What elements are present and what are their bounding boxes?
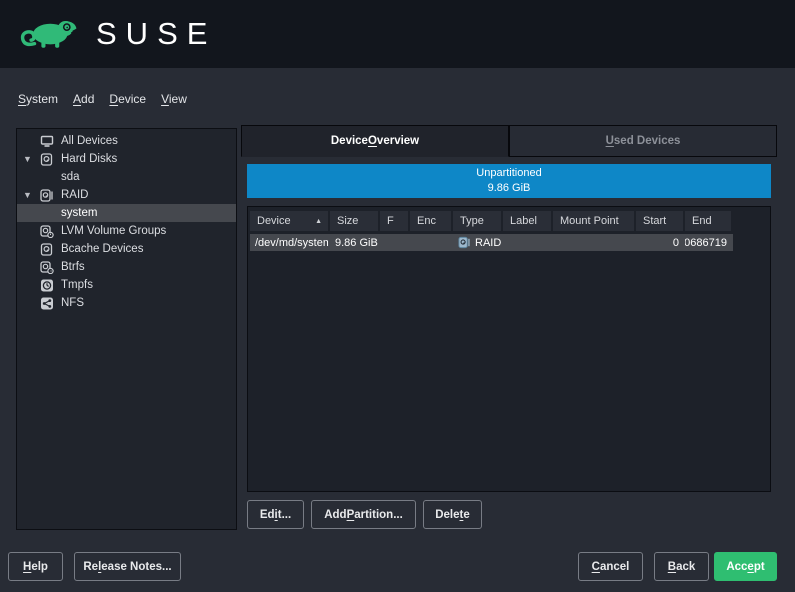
bcache-icon: [40, 243, 60, 256]
column-header-enc[interactable]: Enc: [410, 211, 451, 231]
tree-item-label: sda: [61, 171, 80, 183]
tmpfs-icon: [40, 279, 60, 292]
suse-logo-chameleon: [18, 11, 84, 57]
column-header-type[interactable]: Type: [453, 211, 501, 231]
cell-device: /dev/md/system: [250, 237, 328, 249]
edit-button[interactable]: Edit...: [247, 500, 304, 529]
tree-item-label: Btrfs: [61, 261, 85, 273]
tree-item-system[interactable]: system: [17, 204, 236, 222]
tree-item-label: RAID: [61, 189, 88, 201]
back-button[interactable]: Back: [654, 552, 709, 581]
sort-ascending-icon: ▲: [315, 218, 322, 225]
unpartitioned-label: Unpartitioned: [476, 166, 541, 181]
column-header-start[interactable]: Start: [636, 211, 683, 231]
release-notes-button[interactable]: Release Notes...: [74, 552, 181, 581]
tree-item-label: All Devices: [61, 135, 118, 147]
cancel-button[interactable]: Cancel: [578, 552, 643, 581]
device-table: Device ▲ Size F Enc Type Label Mount Poi…: [247, 206, 771, 492]
tab-used-devices[interactable]: Used Devices: [509, 125, 777, 157]
chevron-expanded-icon[interactable]: ▼: [23, 191, 40, 200]
delete-button[interactable]: Delete: [423, 500, 482, 529]
lvm-icon: [40, 225, 60, 238]
hard-disk-icon: [40, 153, 60, 166]
cell-type-text: RAID: [475, 237, 501, 249]
menu-view[interactable]: View: [161, 92, 187, 106]
chevron-expanded-icon[interactable]: ▼: [23, 155, 40, 164]
suse-logo: [18, 11, 84, 57]
column-header-end[interactable]: End: [685, 211, 731, 231]
help-button[interactable]: Help: [8, 552, 63, 581]
suse-banner: SUSE: [0, 0, 795, 68]
tree-item-nfs[interactable]: NFS: [17, 294, 236, 312]
raid-icon: [40, 189, 60, 202]
table-header-row: Device ▲ Size F Enc Type Label Mount Poi…: [250, 211, 770, 231]
tree-item-label: Bcache Devices: [61, 243, 143, 255]
tree-item-sda[interactable]: sda: [17, 168, 236, 186]
accept-button[interactable]: Accept: [714, 552, 777, 581]
menu-device[interactable]: Device: [109, 92, 146, 106]
raid-device-icon: [458, 236, 475, 249]
btrfs-icon: [40, 261, 60, 274]
tree-item-label: Hard Disks: [61, 153, 117, 165]
column-header-mount-point[interactable]: Mount Point: [553, 211, 634, 231]
unpartitioned-region-bar: Unpartitioned 9.86 GiB: [247, 164, 771, 198]
column-header-f[interactable]: F: [380, 211, 408, 231]
menubar: System Add Device View: [18, 92, 187, 106]
tree-item-label: Tmpfs: [61, 279, 93, 291]
tree-item-label: LVM Volume Groups: [61, 225, 166, 237]
tree-item-tmpfs[interactable]: Tmpfs: [17, 276, 236, 294]
nfs-icon: [40, 297, 60, 310]
cell-size: 9.86 GiB: [330, 237, 378, 249]
unpartitioned-size: 9.86 GiB: [488, 181, 531, 196]
cell-start: 0: [636, 237, 683, 249]
tree-item-label: system: [61, 207, 97, 219]
tree-item-bcache-devices[interactable]: Bcache Devices: [17, 240, 236, 258]
device-tree-panel: All Devices ▼ Hard Disks sda ▼ RAID syst…: [16, 128, 237, 530]
tree-item-hard-disks[interactable]: ▼ Hard Disks: [17, 150, 236, 168]
suse-logo-text: SUSE: [96, 16, 216, 52]
tree-item-btrfs[interactable]: Btrfs: [17, 258, 236, 276]
column-header-size[interactable]: Size: [330, 211, 378, 231]
tree-item-all-devices[interactable]: All Devices: [17, 132, 236, 150]
tab-device-overview[interactable]: Device Overview: [241, 125, 509, 157]
cell-end: 20686719: [685, 237, 731, 249]
cell-type: RAID: [453, 236, 501, 249]
add-partition-button[interactable]: Add Partition...: [311, 500, 416, 529]
tree-item-label: NFS: [61, 297, 84, 309]
tree-item-lvm-volume-groups[interactable]: LVM Volume Groups: [17, 222, 236, 240]
table-row-dev-md-system[interactable]: /dev/md/system 9.86 GiB RAID 0 20686719: [250, 234, 733, 251]
menu-system[interactable]: System: [18, 92, 58, 106]
column-header-label[interactable]: Label: [503, 211, 551, 231]
tree-item-raid[interactable]: ▼ RAID: [17, 186, 236, 204]
menu-add[interactable]: Add: [73, 92, 94, 106]
column-header-device[interactable]: Device ▲: [250, 211, 328, 231]
computer-icon: [40, 135, 60, 148]
